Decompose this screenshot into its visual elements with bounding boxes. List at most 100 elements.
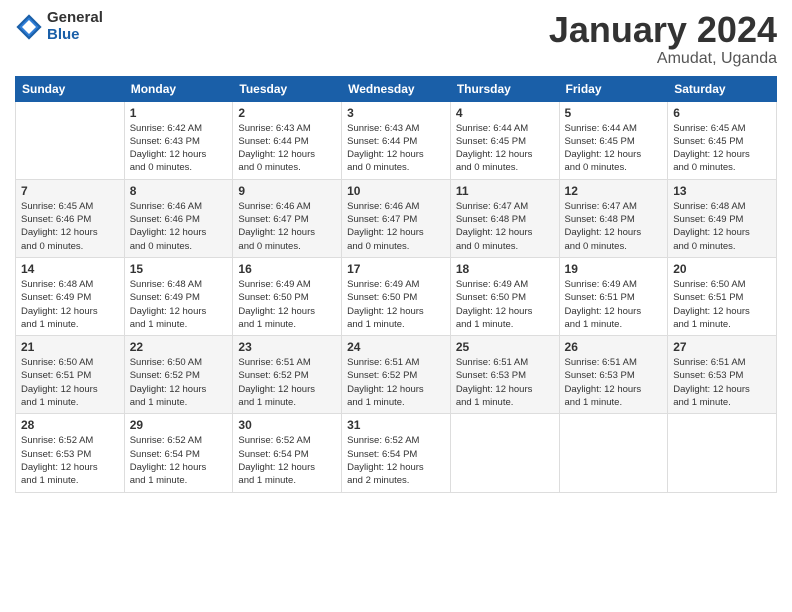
- cell-daylight-info: Sunrise: 6:48 AM Sunset: 6:49 PM Dayligh…: [130, 278, 228, 331]
- table-cell: 17Sunrise: 6:49 AM Sunset: 6:50 PM Dayli…: [342, 257, 451, 335]
- calendar-row: 21Sunrise: 6:50 AM Sunset: 6:51 PM Dayli…: [16, 336, 777, 414]
- cell-day-number: 7: [21, 184, 119, 198]
- cell-day-number: 15: [130, 262, 228, 276]
- cell-day-number: 13: [673, 184, 771, 198]
- cell-daylight-info: Sunrise: 6:46 AM Sunset: 6:47 PM Dayligh…: [347, 200, 445, 253]
- header-row: Sunday Monday Tuesday Wednesday Thursday…: [16, 76, 777, 101]
- cell-daylight-info: Sunrise: 6:51 AM Sunset: 6:52 PM Dayligh…: [238, 356, 336, 409]
- header: General Blue January 2024 Amudat, Uganda: [15, 10, 777, 68]
- table-cell: 31 Sunrise: 6:52 AM Sunset: 6:54 PM Dayli…: [342, 414, 451, 492]
- cell-day-number: 27: [673, 340, 771, 354]
- cell-day-number: 25: [456, 340, 554, 354]
- table-cell: 9 Sunrise: 6:46 AM Sunset: 6:47 PM Daylig…: [233, 179, 342, 257]
- table-cell: 14Sunrise: 6:48 AM Sunset: 6:49 PM Dayli…: [16, 257, 125, 335]
- col-monday: Monday: [124, 76, 233, 101]
- cell-daylight-info: Sunrise: 6:44 AM Sunset: 6:45 PM Dayligh…: [565, 122, 663, 175]
- cell-day-number: 16: [238, 262, 336, 276]
- cell-daylight-info: Sunrise: 6:42 AM Sunset: 6:43 PM Dayligh…: [130, 122, 228, 175]
- cell-day-number: 12: [565, 184, 663, 198]
- table-cell: 29Sunrise: 6:52 AM Sunset: 6:54 PM Dayli…: [124, 414, 233, 492]
- table-cell: 19 Sunrise: 6:49 AM Sunset: 6:51 PM Dayli…: [559, 257, 668, 335]
- cell-day-number: 17: [347, 262, 445, 276]
- cell-day-number: 31: [347, 418, 445, 432]
- cell-daylight-info: Sunrise: 6:44 AM Sunset: 6:45 PM Dayligh…: [456, 122, 554, 175]
- col-sunday: Sunday: [16, 76, 125, 101]
- cell-daylight-info: Sunrise: 6:45 AM Sunset: 6:45 PM Dayligh…: [673, 122, 771, 175]
- table-cell: 20Sunrise: 6:50 AM Sunset: 6:51 PM Dayli…: [668, 257, 777, 335]
- calendar-title: January 2024: [549, 10, 777, 50]
- cell-day-number: 6: [673, 106, 771, 120]
- cell-day-number: 5: [565, 106, 663, 120]
- table-cell: 7 Sunrise: 6:45 AM Sunset: 6:46 PM Daylig…: [16, 179, 125, 257]
- logo-blue-text: Blue: [47, 27, 103, 44]
- cell-daylight-info: Sunrise: 6:47 AM Sunset: 6:48 PM Dayligh…: [565, 200, 663, 253]
- cell-day-number: 28: [21, 418, 119, 432]
- cell-day-number: 23: [238, 340, 336, 354]
- cell-daylight-info: Sunrise: 6:52 AM Sunset: 6:53 PM Dayligh…: [21, 434, 119, 487]
- col-friday: Friday: [559, 76, 668, 101]
- table-cell: 26 Sunrise: 6:51 AM Sunset: 6:53 PM Dayli…: [559, 336, 668, 414]
- cell-day-number: 24: [347, 340, 445, 354]
- cell-day-number: 2: [238, 106, 336, 120]
- table-cell: [450, 414, 559, 492]
- page: General Blue January 2024 Amudat, Uganda…: [0, 0, 792, 612]
- table-cell: 10 Sunrise: 6:46 AM Sunset: 6:47 PM Dayli…: [342, 179, 451, 257]
- cell-day-number: 30: [238, 418, 336, 432]
- cell-day-number: 3: [347, 106, 445, 120]
- table-cell: 18Sunrise: 6:49 AM Sunset: 6:50 PM Dayli…: [450, 257, 559, 335]
- calendar-row: 14Sunrise: 6:48 AM Sunset: 6:49 PM Dayli…: [16, 257, 777, 335]
- table-cell: 23 Sunrise: 6:51 AM Sunset: 6:52 PM Dayli…: [233, 336, 342, 414]
- col-thursday: Thursday: [450, 76, 559, 101]
- table-cell: 13 Sunrise: 6:48 AM Sunset: 6:49 PM Dayli…: [668, 179, 777, 257]
- cell-day-number: 10: [347, 184, 445, 198]
- table-cell: 5 Sunrise: 6:44 AM Sunset: 6:45 PM Daylig…: [559, 101, 668, 179]
- cell-daylight-info: Sunrise: 6:52 AM Sunset: 6:54 PM Dayligh…: [347, 434, 445, 487]
- table-cell: 28 Sunrise: 6:52 AM Sunset: 6:53 PM Dayli…: [16, 414, 125, 492]
- table-cell: 12 Sunrise: 6:47 AM Sunset: 6:48 PM Dayli…: [559, 179, 668, 257]
- logo-text: General Blue: [47, 10, 103, 43]
- calendar-row: 7 Sunrise: 6:45 AM Sunset: 6:46 PM Daylig…: [16, 179, 777, 257]
- calendar-table: Sunday Monday Tuesday Wednesday Thursday…: [15, 76, 777, 493]
- cell-daylight-info: Sunrise: 6:51 AM Sunset: 6:53 PM Dayligh…: [456, 356, 554, 409]
- table-cell: [559, 414, 668, 492]
- cell-daylight-info: Sunrise: 6:46 AM Sunset: 6:46 PM Dayligh…: [130, 200, 228, 253]
- logo-general-text: General: [47, 10, 103, 27]
- table-cell: 30 Sunrise: 6:52 AM Sunset: 6:54 PM Dayli…: [233, 414, 342, 492]
- table-cell: 21Sunrise: 6:50 AM Sunset: 6:51 PM Dayli…: [16, 336, 125, 414]
- cell-daylight-info: Sunrise: 6:45 AM Sunset: 6:46 PM Dayligh…: [21, 200, 119, 253]
- table-cell: 16 Sunrise: 6:49 AM Sunset: 6:50 PM Dayli…: [233, 257, 342, 335]
- cell-day-number: 20: [673, 262, 771, 276]
- cell-daylight-info: Sunrise: 6:51 AM Sunset: 6:53 PM Dayligh…: [565, 356, 663, 409]
- cell-day-number: 19: [565, 262, 663, 276]
- cell-daylight-info: Sunrise: 6:49 AM Sunset: 6:50 PM Dayligh…: [238, 278, 336, 331]
- cell-day-number: 11: [456, 184, 554, 198]
- table-cell: 22Sunrise: 6:50 AM Sunset: 6:52 PM Dayli…: [124, 336, 233, 414]
- col-saturday: Saturday: [668, 76, 777, 101]
- col-wednesday: Wednesday: [342, 76, 451, 101]
- cell-day-number: 4: [456, 106, 554, 120]
- cell-daylight-info: Sunrise: 6:50 AM Sunset: 6:52 PM Dayligh…: [130, 356, 228, 409]
- cell-day-number: 8: [130, 184, 228, 198]
- logo-icon: [15, 13, 43, 41]
- cell-daylight-info: Sunrise: 6:48 AM Sunset: 6:49 PM Dayligh…: [673, 200, 771, 253]
- table-cell: 11Sunrise: 6:47 AM Sunset: 6:48 PM Dayli…: [450, 179, 559, 257]
- cell-daylight-info: Sunrise: 6:50 AM Sunset: 6:51 PM Dayligh…: [21, 356, 119, 409]
- cell-day-number: 26: [565, 340, 663, 354]
- logo: General Blue: [15, 10, 103, 43]
- table-cell: 1Sunrise: 6:42 AM Sunset: 6:43 PM Daylig…: [124, 101, 233, 179]
- table-cell: 15 Sunrise: 6:48 AM Sunset: 6:49 PM Dayli…: [124, 257, 233, 335]
- cell-daylight-info: Sunrise: 6:43 AM Sunset: 6:44 PM Dayligh…: [238, 122, 336, 175]
- cell-day-number: 18: [456, 262, 554, 276]
- table-cell: 27Sunrise: 6:51 AM Sunset: 6:53 PM Dayli…: [668, 336, 777, 414]
- table-cell: 2 Sunrise: 6:43 AM Sunset: 6:44 PM Daylig…: [233, 101, 342, 179]
- calendar-row: 1Sunrise: 6:42 AM Sunset: 6:43 PM Daylig…: [16, 101, 777, 179]
- table-cell: 8 Sunrise: 6:46 AM Sunset: 6:46 PM Daylig…: [124, 179, 233, 257]
- cell-daylight-info: Sunrise: 6:46 AM Sunset: 6:47 PM Dayligh…: [238, 200, 336, 253]
- cell-daylight-info: Sunrise: 6:52 AM Sunset: 6:54 PM Dayligh…: [130, 434, 228, 487]
- title-block: January 2024 Amudat, Uganda: [549, 10, 777, 68]
- cell-daylight-info: Sunrise: 6:52 AM Sunset: 6:54 PM Dayligh…: [238, 434, 336, 487]
- cell-day-number: 9: [238, 184, 336, 198]
- table-cell: 3Sunrise: 6:43 AM Sunset: 6:44 PM Daylig…: [342, 101, 451, 179]
- cell-daylight-info: Sunrise: 6:49 AM Sunset: 6:51 PM Dayligh…: [565, 278, 663, 331]
- table-cell: 24Sunrise: 6:51 AM Sunset: 6:52 PM Dayli…: [342, 336, 451, 414]
